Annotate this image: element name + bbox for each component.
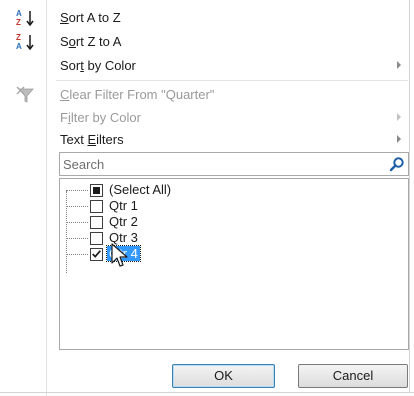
qtr-2-checkbox[interactable] <box>90 216 103 229</box>
clear-filter-label: Clear Filter From "Quarter" <box>60 87 215 102</box>
qtr-3-checkbox[interactable] <box>90 232 103 245</box>
menu-border <box>409 0 410 393</box>
menu-border <box>0 392 414 393</box>
qtr-4-checkbox[interactable] <box>90 248 103 261</box>
sort-a-to-z-label: Sort A to Z <box>60 10 121 25</box>
sort-z-to-a-item[interactable]: Z A Sort Z to A <box>0 30 410 54</box>
ok-button[interactable]: OK <box>172 364 275 388</box>
text-filters-item[interactable]: Text Eilters <box>0 128 410 152</box>
list-item-select-all[interactable]: (Select All) <box>66 182 406 198</box>
sort-a-to-z-item[interactable]: A Z Sort A to Z <box>0 6 410 30</box>
search-icon <box>389 157 404 172</box>
qtr-1-checkbox[interactable] <box>90 200 103 213</box>
tree-connector <box>66 254 88 255</box>
clear-filter-icon <box>16 86 34 103</box>
tree-connector <box>66 222 88 223</box>
sort-descending-icon: Z A <box>16 33 34 51</box>
filter-by-color-item[interactable]: Filter by Color <box>0 106 410 130</box>
list-item-label: Qtr 2 <box>109 214 138 229</box>
svg-text:Z: Z <box>16 33 21 42</box>
svg-text:A: A <box>16 42 22 51</box>
mixed-state-icon <box>93 187 100 194</box>
sort-z-to-a-label: Sort Z to A <box>60 34 122 49</box>
cancel-button[interactable]: Cancel <box>298 364 408 388</box>
mouse-pointer-icon <box>111 243 128 267</box>
list-item-label: (Select All) <box>109 182 172 197</box>
filter-by-color-label: Filter by Color <box>60 110 141 125</box>
checkmark-icon <box>92 250 101 258</box>
sort-by-color-label: Sort by Color <box>60 58 136 73</box>
autofilter-menu: A Z Sort A to Z Z A Sort Z to A Sort by … <box>0 0 414 396</box>
list-item-label: Qtr 1 <box>109 198 138 213</box>
search-box[interactable]: Search <box>59 152 409 176</box>
list-item-qtr-1[interactable]: Qtr 1 <box>66 198 406 214</box>
list-item-qtr-2[interactable]: Qtr 2 <box>66 214 406 230</box>
select-all-checkbox[interactable] <box>90 184 103 197</box>
text-filters-label: Text Eilters <box>60 132 124 147</box>
submenu-arrow-icon <box>397 113 401 121</box>
menu-separator <box>56 80 408 81</box>
search-input[interactable]: Search <box>63 157 104 172</box>
svg-text:Z: Z <box>16 18 21 27</box>
sort-by-color-item[interactable]: Sort by Color <box>0 54 410 78</box>
tree-connector <box>66 238 88 239</box>
submenu-arrow-icon <box>397 61 401 69</box>
submenu-arrow-icon <box>397 135 401 143</box>
tree-connector <box>66 190 88 191</box>
clear-filter-item[interactable]: Clear Filter From "Quarter" <box>0 83 410 107</box>
sort-ascending-icon: A Z <box>16 9 34 27</box>
svg-text:A: A <box>16 9 22 18</box>
tree-connector <box>66 206 88 207</box>
